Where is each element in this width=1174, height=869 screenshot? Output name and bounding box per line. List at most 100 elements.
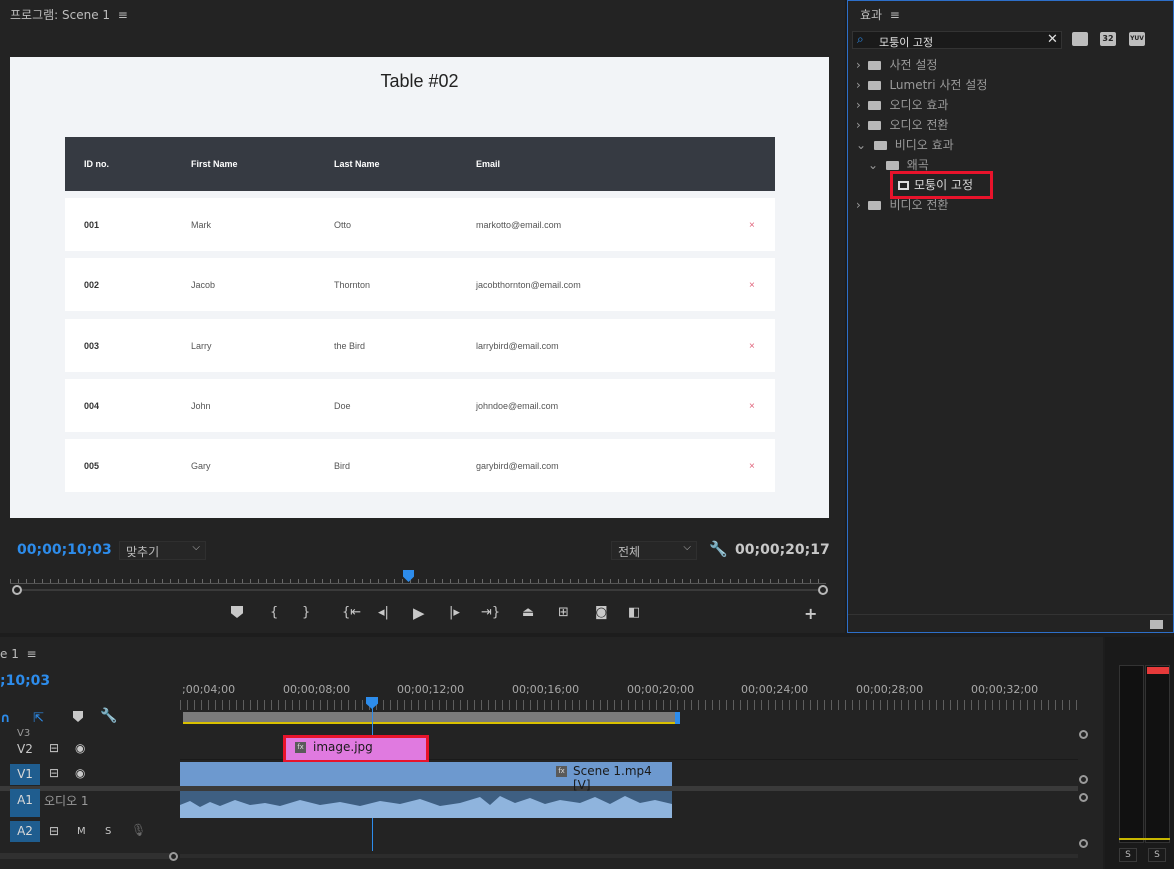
tree-item-audio-effects[interactable]: › 오디오 효과 [856,96,948,113]
mark-in-icon[interactable]: { [270,605,278,620]
add-button-icon[interactable]: + [804,604,817,623]
video-scroll-bottom-handle[interactable] [1079,775,1088,784]
zoom-bar[interactable] [22,589,818,591]
panel-menu-icon[interactable]: ≡ [26,647,36,661]
effects-panel: 효과 ≡ ⌕ 모퉁이 고정 ✕ 32 YUV › 사전 설정 › Lumetri… [847,0,1174,633]
tree-item-audio-transitions[interactable]: › 오디오 전환 [856,116,948,133]
mark-out-icon[interactable]: } [302,605,310,620]
remove-icon: × [749,401,755,412]
chevron-right-icon: › [856,198,861,212]
tree-item-video-effects[interactable]: ⌄ 비디오 효과 [856,136,954,153]
chevron-down-icon: ⌄ [868,158,879,172]
tree-item-lumetri[interactable]: › Lumetri 사전 설정 [856,76,987,93]
duration-timecode: 00;00;20;17 [735,542,830,558]
timeline-timecode[interactable]: ;10;03 [0,673,50,689]
ruler-tick-label: 00;00;16;00 [512,683,580,696]
header-first-name: First Name [191,159,238,169]
table-row: 002 Jacob Thornton jacobthornton@email.c… [65,258,775,311]
timeline-zoom-bar[interactable] [180,854,1078,858]
accelerated-effects-icon[interactable] [1072,32,1088,46]
solo-right-button[interactable]: S [1148,848,1166,862]
tree-item-video-transitions[interactable]: › 비디오 전환 [856,196,948,213]
work-area-bar[interactable] [183,712,675,724]
zoom-handle-left[interactable] [12,585,22,595]
sync-lock-icon[interactable]: ⊟ [49,766,59,780]
extract-icon[interactable]: ⊞ [558,605,569,620]
effects-search[interactable]: ⌕ 모퉁이 고정 ✕ [852,31,1062,49]
quality-select[interactable]: 전체 ⌵ [611,541,697,560]
video-frame: Table #02 ID no. First Name Last Name Em… [10,57,829,518]
sync-lock-icon[interactable]: ⊟ [49,741,59,755]
timeline-ruler[interactable] [180,700,1078,710]
divider [848,614,1173,615]
mini-timeline-ruler[interactable] [10,570,826,584]
eye-icon[interactable]: ◉ [75,766,85,780]
add-marker-icon[interactable] [73,711,83,722]
program-title[interactable]: 프로그램: Scene 1 ≡ [10,6,128,23]
image-clip[interactable]: fx image.jpg [283,735,429,763]
play-icon[interactable]: ▶ [413,604,425,622]
track-v1-button[interactable]: V1 [10,764,40,785]
panel-menu-icon[interactable]: ≡ [890,8,900,22]
ruler-tick-label: 00;00;24;00 [741,683,809,696]
sync-lock-icon[interactable]: ⊟ [49,824,59,838]
ruler-tick-label: 00;00;12;00 [397,683,465,696]
chevron-right-icon: › [856,118,861,132]
panel-menu-icon[interactable]: ≡ [118,8,128,22]
folder-icon [885,161,899,170]
compare-icon[interactable]: ◧ [628,605,640,620]
go-to-in-icon[interactable]: {⇤ [342,605,361,620]
search-input[interactable]: 모퉁이 고정 [879,34,933,50]
horizontal-scrollbar[interactable] [0,853,172,859]
track-a1-button[interactable]: A1 [10,789,40,817]
current-timecode[interactable]: 00;00;10;03 [17,542,112,558]
go-to-out-icon[interactable]: ⇥} [481,605,500,620]
audio-scroll-top-handle[interactable] [1079,793,1088,802]
folder-icon [868,101,882,110]
effects-title[interactable]: 효과 ≡ [860,6,900,23]
tree-item-presets[interactable]: › 사전 설정 [856,56,937,73]
search-icon: ⌕ [857,32,864,46]
folder-icon [868,61,882,70]
video-scroll-top-handle[interactable] [1079,730,1088,739]
solo-left-button[interactable]: S [1119,848,1137,862]
wrench-icon[interactable]: 🔧 [100,708,117,724]
microphone-icon[interactable]: 🎙 [131,823,146,837]
zoom-handle-right[interactable] [818,585,828,595]
timeline-title[interactable]: e 1 ≡ [0,647,37,661]
meter-level [1119,838,1170,840]
track-a2-button[interactable]: A2 [10,821,40,842]
peak-indicator [1147,667,1169,674]
folder-icon [873,141,887,150]
header-last-name: Last Name [334,159,380,169]
step-forward-icon[interactable]: |▸ [449,605,460,620]
video-clip[interactable]: fx Scene 1.mp4 [V] [180,762,672,792]
mute-button[interactable]: M [77,826,86,837]
audio-waveform [180,796,672,818]
work-area-end-handle[interactable] [675,712,680,724]
image-clip-label: image.jpg [313,740,373,754]
folder-icon [868,81,882,90]
snap-icon[interactable]: ∩ [0,711,11,726]
audio-meters-panel: S S [1105,637,1174,869]
step-back-icon[interactable]: ◂| [378,605,389,620]
yuv-effects-icon[interactable]: YUV [1129,32,1145,46]
eye-icon[interactable]: ◉ [75,741,85,755]
zoom-scroll-handle[interactable] [169,852,178,861]
chevron-right-icon: › [856,98,861,112]
32bit-effects-icon[interactable]: 32 [1100,32,1116,46]
new-bin-icon[interactable] [1150,620,1163,629]
linked-selection-icon[interactable]: ⇱ [33,711,44,726]
clear-search-icon[interactable]: ✕ [1047,32,1058,47]
export-frame-icon[interactable]: ◙ [595,605,608,620]
audio-scroll-bottom-handle[interactable] [1079,839,1088,848]
lift-icon[interactable]: ⏏ [522,605,534,620]
audio-clip[interactable] [180,791,672,818]
video-clip-label: Scene 1.mp4 [V] [573,764,652,792]
fit-select[interactable]: 맞추기 ⌵ [119,541,206,560]
marker-icon[interactable] [231,606,243,618]
solo-button[interactable]: S [105,826,111,837]
track-v2-label[interactable]: V2 [17,742,33,756]
tree-item-corner-pin[interactable]: 모퉁이 고정 [890,171,993,199]
wrench-icon[interactable]: 🔧 [709,540,728,558]
